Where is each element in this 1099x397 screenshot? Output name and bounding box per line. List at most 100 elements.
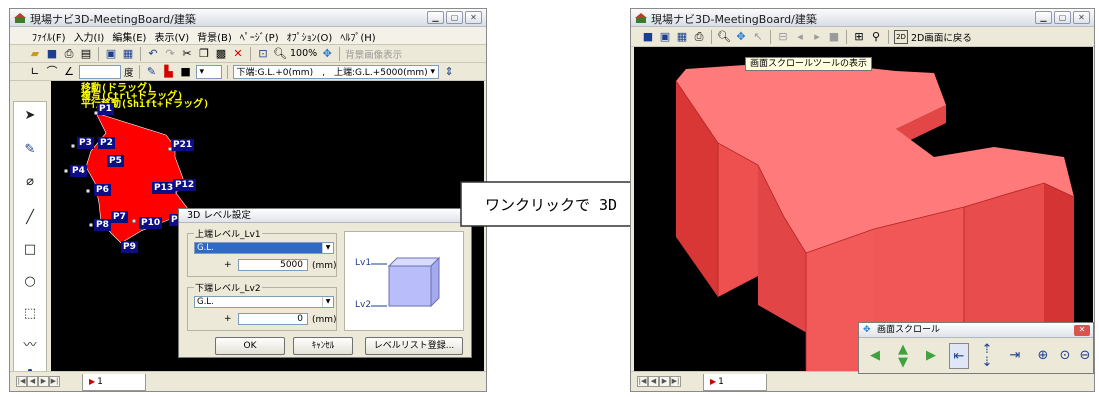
pointer-tool-icon[interactable]: ↖	[751, 30, 765, 44]
cancel-button[interactable]: ｷｬﾝｾﾙ	[293, 337, 353, 355]
pan-up-down-icon[interactable]: ⇡ ⇣	[977, 343, 997, 369]
print-icon[interactable]: ⎙	[62, 47, 76, 61]
angle-input[interactable]	[79, 64, 121, 79]
vertex-handle[interactable]	[132, 219, 136, 223]
zoom-reset-icon[interactable]: ⊙	[1055, 343, 1075, 369]
print-icon[interactable]: ⎙	[692, 30, 706, 44]
zoom-icon[interactable]: 🔍︎	[273, 47, 287, 61]
pencil-icon[interactable]: ✎	[14, 140, 46, 160]
first-sheet-icon[interactable]: |◀	[16, 376, 27, 387]
scroll-tool-icon[interactable]: ✥	[734, 30, 748, 44]
save-icon[interactable]: ■	[45, 47, 59, 61]
stop-icon[interactable]: ■	[827, 30, 841, 44]
chevron-down-icon[interactable]: ▼	[322, 297, 333, 307]
vertex-handle[interactable]	[71, 144, 75, 148]
prev-sheet-icon[interactable]: ◀	[648, 376, 659, 387]
scroll-tool-icon[interactable]: ✥	[320, 47, 334, 61]
eraser-icon[interactable]: ⌀	[14, 172, 46, 192]
close-icon[interactable]: ✕	[1073, 11, 1090, 24]
point-label-p21[interactable]: P21	[171, 139, 195, 151]
color-swatch-icon[interactable]: ■	[179, 65, 193, 79]
point-label-p3[interactable]: P3	[77, 137, 94, 149]
back-to-2d-button[interactable]: 2D画面に戻る	[911, 30, 972, 44]
play-icon[interactable]: ▸	[810, 30, 824, 44]
2d-view-icon[interactable]: 2D	[894, 29, 908, 44]
view-settings-icon[interactable]: ⊞	[852, 30, 866, 44]
zoom-fit-icon[interactable]: ⊡	[256, 47, 270, 61]
close-icon[interactable]: ✕	[1074, 325, 1090, 336]
copy-icon[interactable]: ❐	[197, 47, 211, 61]
chevron-down-icon[interactable]: ▼	[322, 243, 333, 253]
circle-tool-icon[interactable]: ○	[14, 272, 46, 292]
zoom-in-icon[interactable]: ⊕	[1033, 343, 1053, 369]
scroll-panel-titlebar[interactable]: ✥ 画面スクロール ✕	[859, 323, 1093, 338]
background-image-display-button[interactable]: 背景画像表示	[345, 47, 402, 61]
undo-icon[interactable]: ↶	[146, 47, 160, 61]
sheet-tab-1[interactable]: ▶ 1	[703, 374, 767, 391]
point-label-p8[interactable]: P8	[94, 219, 111, 231]
pan-left-icon[interactable]: ⇤	[949, 343, 969, 369]
play-back-icon[interactable]: ◂	[793, 30, 807, 44]
point-label-p2[interactable]: P2	[98, 137, 115, 149]
menu-page[interactable]: ﾍﾟｰｼﾞ(P)	[236, 27, 283, 44]
line-tool-icon[interactable]: ╱	[14, 208, 46, 228]
next-sheet-icon[interactable]: ▶	[38, 376, 49, 387]
rectangle-tool-icon[interactable]: □	[14, 240, 46, 260]
polygon-tool-icon[interactable]: ⬚	[14, 304, 46, 324]
upper-level-value-input[interactable]: 5000	[238, 259, 308, 271]
print-preview-icon[interactable]: ▤	[79, 47, 93, 61]
point-label-p6[interactable]: P6	[94, 184, 111, 196]
menu-edit[interactable]: 編集(E)	[108, 27, 150, 44]
point-label-p10[interactable]: P10	[139, 217, 163, 229]
point-label-p1[interactable]: P1	[97, 103, 114, 115]
select-arrow-icon[interactable]: ➤	[14, 106, 46, 126]
save-as-icon[interactable]: ▣	[104, 47, 118, 61]
prev-sheet-icon[interactable]: ◀	[27, 376, 38, 387]
vertex-handle[interactable]	[64, 169, 68, 173]
redo-icon[interactable]: ↷	[163, 47, 177, 61]
level-range-select[interactable]: 下端:G.L.+0(mm) , 上端:G.L.+5000(mm) ▾	[232, 64, 440, 79]
rotate-left-icon[interactable]: ◀	[865, 343, 885, 369]
right-title-bar[interactable]: 現場ナビ3D-MeetingBoard/建築 ▁ ▢ ✕	[631, 9, 1094, 27]
line-color-icon[interactable]: ✎	[145, 65, 159, 79]
menu-file[interactable]: ﾌｧｲﾙ(F)	[28, 27, 70, 44]
save-all-icon[interactable]: ▦	[675, 30, 689, 44]
first-sheet-icon[interactable]: |◀	[637, 376, 648, 387]
paste-icon[interactable]: ▩	[214, 47, 228, 61]
line-style-select[interactable]: ▾	[195, 64, 222, 79]
delete-icon[interactable]: ✕	[231, 47, 245, 61]
menu-view[interactable]: 表示(V)	[150, 27, 193, 44]
vertex-handle[interactable]	[94, 111, 98, 115]
register-level-list-button[interactable]: レベルリスト登録...	[365, 337, 463, 355]
menu-input[interactable]: 入力(I)	[70, 27, 109, 44]
angle-tool-icon[interactable]: ∟	[28, 65, 42, 79]
angle-measure-icon[interactable]: ∠	[62, 65, 76, 79]
point-label-p9[interactable]: P9	[121, 241, 138, 253]
vertex-handle[interactable]	[86, 189, 90, 193]
zoom-out-icon[interactable]: ⊖	[1075, 343, 1095, 369]
pan-right-icon[interactable]: ⇥	[1005, 343, 1025, 369]
freehand-tool-icon[interactable]: 〰	[14, 336, 46, 356]
cut-icon[interactable]: ✂	[180, 47, 194, 61]
next-sheet-icon[interactable]: ▶	[659, 376, 670, 387]
rotate-right-icon[interactable]: ▶	[921, 343, 941, 369]
level-setting-icon[interactable]: ⇕	[442, 65, 456, 79]
menu-help[interactable]: ﾍﾙﾌﾟ(H)	[336, 27, 379, 44]
upper-level-base-select[interactable]: G.L. ▼	[194, 242, 334, 254]
ok-button[interactable]: OK	[215, 337, 285, 355]
vertex-handle[interactable]	[168, 147, 172, 151]
lower-level-value-input[interactable]: 0	[238, 313, 308, 325]
maximize-icon[interactable]: ▢	[446, 11, 463, 24]
fill-color-icon[interactable]: ▙	[162, 65, 176, 79]
sheet-tab-1[interactable]: ▶ 1	[82, 374, 146, 391]
vertex-handle[interactable]	[89, 223, 93, 227]
point-label-p5[interactable]: P5	[107, 155, 124, 167]
maximize-icon[interactable]: ▢	[1054, 11, 1071, 24]
minimize-icon[interactable]: ▁	[427, 11, 444, 24]
save-as-icon[interactable]: ▣	[658, 30, 672, 44]
minimize-icon[interactable]: ▁	[1035, 11, 1052, 24]
zoom-icon[interactable]: 🔍︎	[717, 30, 731, 44]
lower-level-base-select[interactable]: G.L. ▼	[194, 296, 334, 308]
menu-background[interactable]: 背景(B)	[193, 27, 236, 44]
save-icon[interactable]: ■	[641, 30, 655, 44]
